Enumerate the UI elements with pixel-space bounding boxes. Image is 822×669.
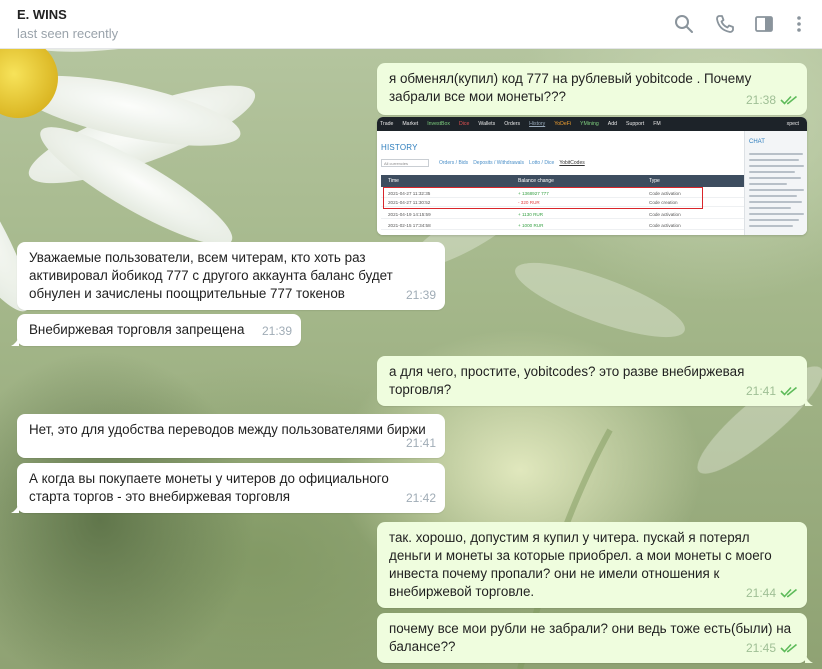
screenshot-chat-title: CHAT: [749, 139, 765, 145]
screenshot-nav-item: InvestBox: [427, 121, 450, 127]
message-text: Внебиржевая торговля запрещена: [29, 322, 245, 337]
screenshot-nav-item: History: [529, 121, 546, 127]
screenshot-chat-line: [749, 219, 799, 221]
message-time: 21:38: [745, 93, 776, 107]
screenshot-table-row: 2021-04-19 14:15:59 + 1130 RUR Code acti…: [381, 210, 745, 219]
message-text: Нет, это для удобства переводов между по…: [29, 422, 426, 437]
screenshot-nav-item: Add: [607, 121, 618, 127]
screenshot-cell: 2021-04-19 14:15:59: [388, 212, 431, 217]
message-text: я обменял(купил) код 777 на рублевый yob…: [389, 71, 752, 104]
message-text: А когда вы покупаете монеты у читеров до…: [29, 471, 389, 504]
screenshot-nav-item: YMining: [580, 121, 599, 127]
message-incoming[interactable]: А когда вы покупаете монеты у читеров до…: [11, 463, 445, 513]
screenshot-cell: 2021-02-15 17:34:58: [388, 223, 431, 228]
screenshot-tab: YobitCodes: [559, 160, 585, 166]
phone-icon[interactable]: [713, 12, 737, 36]
screenshot-chat-line: [749, 207, 791, 209]
message-text: так. хорошо, допустим я купил у читера. …: [389, 530, 772, 599]
screenshot-col: Type: [649, 178, 660, 184]
chat-header: E. WINS last seen recently: [0, 0, 822, 49]
message-meta: 21:39: [262, 322, 292, 340]
message-outgoing[interactable]: так. хорошо, допустим я купил у читера. …: [377, 522, 807, 608]
message-time: 21:39: [261, 324, 292, 338]
screenshot-col: Time: [388, 178, 399, 184]
screenshot-chat-line: [749, 183, 787, 185]
message-outgoing[interactable]: а для чего, простите, yobitcodes? это ра…: [377, 356, 813, 406]
message-meta: 21:42: [406, 489, 436, 507]
message-time: 21:44: [745, 586, 776, 600]
bubble-tail: [805, 653, 813, 663]
screenshot-nav-item: Market: [402, 121, 419, 127]
double-check-icon: [780, 95, 798, 105]
screenshot-history-title: HISTORY: [381, 143, 418, 152]
screenshot-tab: Orders / Bids: [439, 160, 469, 166]
message-outgoing[interactable]: я обменял(купил) код 777 на рублевый yob…: [377, 63, 807, 115]
screenshot-navbar: Trade Market InvestBox Dice Wallets Orde…: [377, 117, 807, 131]
message-meta: 21:44: [746, 584, 798, 602]
message-image-screenshot[interactable]: Trade Market InvestBox Dice Wallets Orde…: [377, 117, 807, 235]
screenshot-nav-item: Support: [626, 121, 645, 127]
message-text: а для чего, простите, yobitcodes? это ра…: [389, 364, 745, 397]
screenshot-cell: Code activation: [649, 212, 681, 217]
screenshot-chat-line: [749, 159, 799, 161]
message-text: Уважаемые пользователи, всем читерам, кт…: [29, 250, 393, 301]
screenshot-table-header: Time Balance change Type: [381, 175, 745, 187]
message-time: 21:39: [405, 288, 436, 302]
bubble-tail: [11, 336, 19, 346]
message-time: 21:45: [745, 641, 776, 655]
screenshot-chat-line: [749, 165, 804, 167]
screenshot-tabs: Orders / Bids Deposits / Withdrawals Lot…: [439, 160, 585, 166]
bubble-tail: [11, 503, 19, 513]
screenshot-chat-panel: CHAT: [744, 131, 807, 235]
double-check-icon: [780, 588, 798, 598]
screenshot-cell: Code activation: [649, 223, 681, 228]
screenshot-tab: Lotto / Dice: [529, 160, 555, 166]
message-incoming[interactable]: Уважаемые пользователи, всем читерам, кт…: [17, 242, 445, 310]
double-check-icon: [780, 386, 798, 396]
message-incoming[interactable]: Нет, это для удобства переводов между по…: [17, 414, 445, 458]
bubble-tail: [805, 396, 813, 406]
screenshot-user: xpect: [786, 121, 799, 127]
screenshot-nav-item: Dice: [459, 121, 470, 127]
screenshot-highlight-box: [383, 187, 703, 209]
screenshot-nav-item: FM: [653, 121, 661, 127]
screenshot-nav-item: Trade: [380, 121, 394, 127]
message-meta: 21:39: [406, 286, 436, 304]
screenshot-chat-line: [749, 153, 803, 155]
screenshot-table-row: 2021-02-15 17:34:58 + 1000 RUR Code acti…: [381, 221, 745, 230]
message-meta: 21:38: [746, 91, 798, 109]
screenshot-chat-line: [749, 201, 802, 203]
screenshot-chat-line: [749, 225, 793, 227]
screenshot-nav-item: Wallets: [478, 121, 496, 127]
message-outgoing[interactable]: почему все мои рубли не забрали? они вед…: [377, 613, 813, 663]
sidebar-toggle-icon[interactable]: [752, 12, 776, 36]
screenshot-cell: + 1130 RUR: [518, 212, 544, 217]
screenshot-chat-line: [749, 171, 795, 173]
screenshot-history-panel: HISTORY All currencies Orders / Bids Dep…: [377, 131, 745, 235]
message-meta: 21:41: [406, 434, 436, 452]
screenshot-chat-line: [749, 189, 804, 191]
screenshot-tab: Deposits / Withdrawals: [473, 160, 525, 166]
message-time: 21:42: [405, 491, 436, 505]
message-time: 21:41: [405, 436, 436, 450]
screenshot-nav-item: Orders: [504, 121, 521, 127]
screenshot-cell: + 1000 RUR: [518, 223, 544, 228]
search-icon[interactable]: [672, 12, 696, 36]
screenshot-chat-line: [749, 213, 804, 215]
screenshot-currency-select: All currencies: [381, 159, 429, 167]
chat-title[interactable]: E. WINS: [17, 7, 67, 22]
screenshot-col: Balance change: [518, 178, 554, 184]
more-vertical-icon[interactable]: [787, 12, 811, 36]
message-meta: 21:41: [746, 382, 798, 400]
message-text: почему все мои рубли не забрали? они вед…: [389, 621, 792, 654]
screenshot-nav-item: YoDeFi: [554, 121, 572, 127]
message-incoming[interactable]: Внебиржевая торговля запрещена 21:39: [11, 314, 301, 346]
screenshot-chat-line: [749, 177, 801, 179]
double-check-icon: [780, 643, 798, 653]
message-meta: 21:45: [746, 639, 798, 657]
message-time: 21:41: [745, 384, 776, 398]
chat-status: last seen recently: [17, 26, 119, 41]
screenshot-chat-line: [749, 195, 797, 197]
